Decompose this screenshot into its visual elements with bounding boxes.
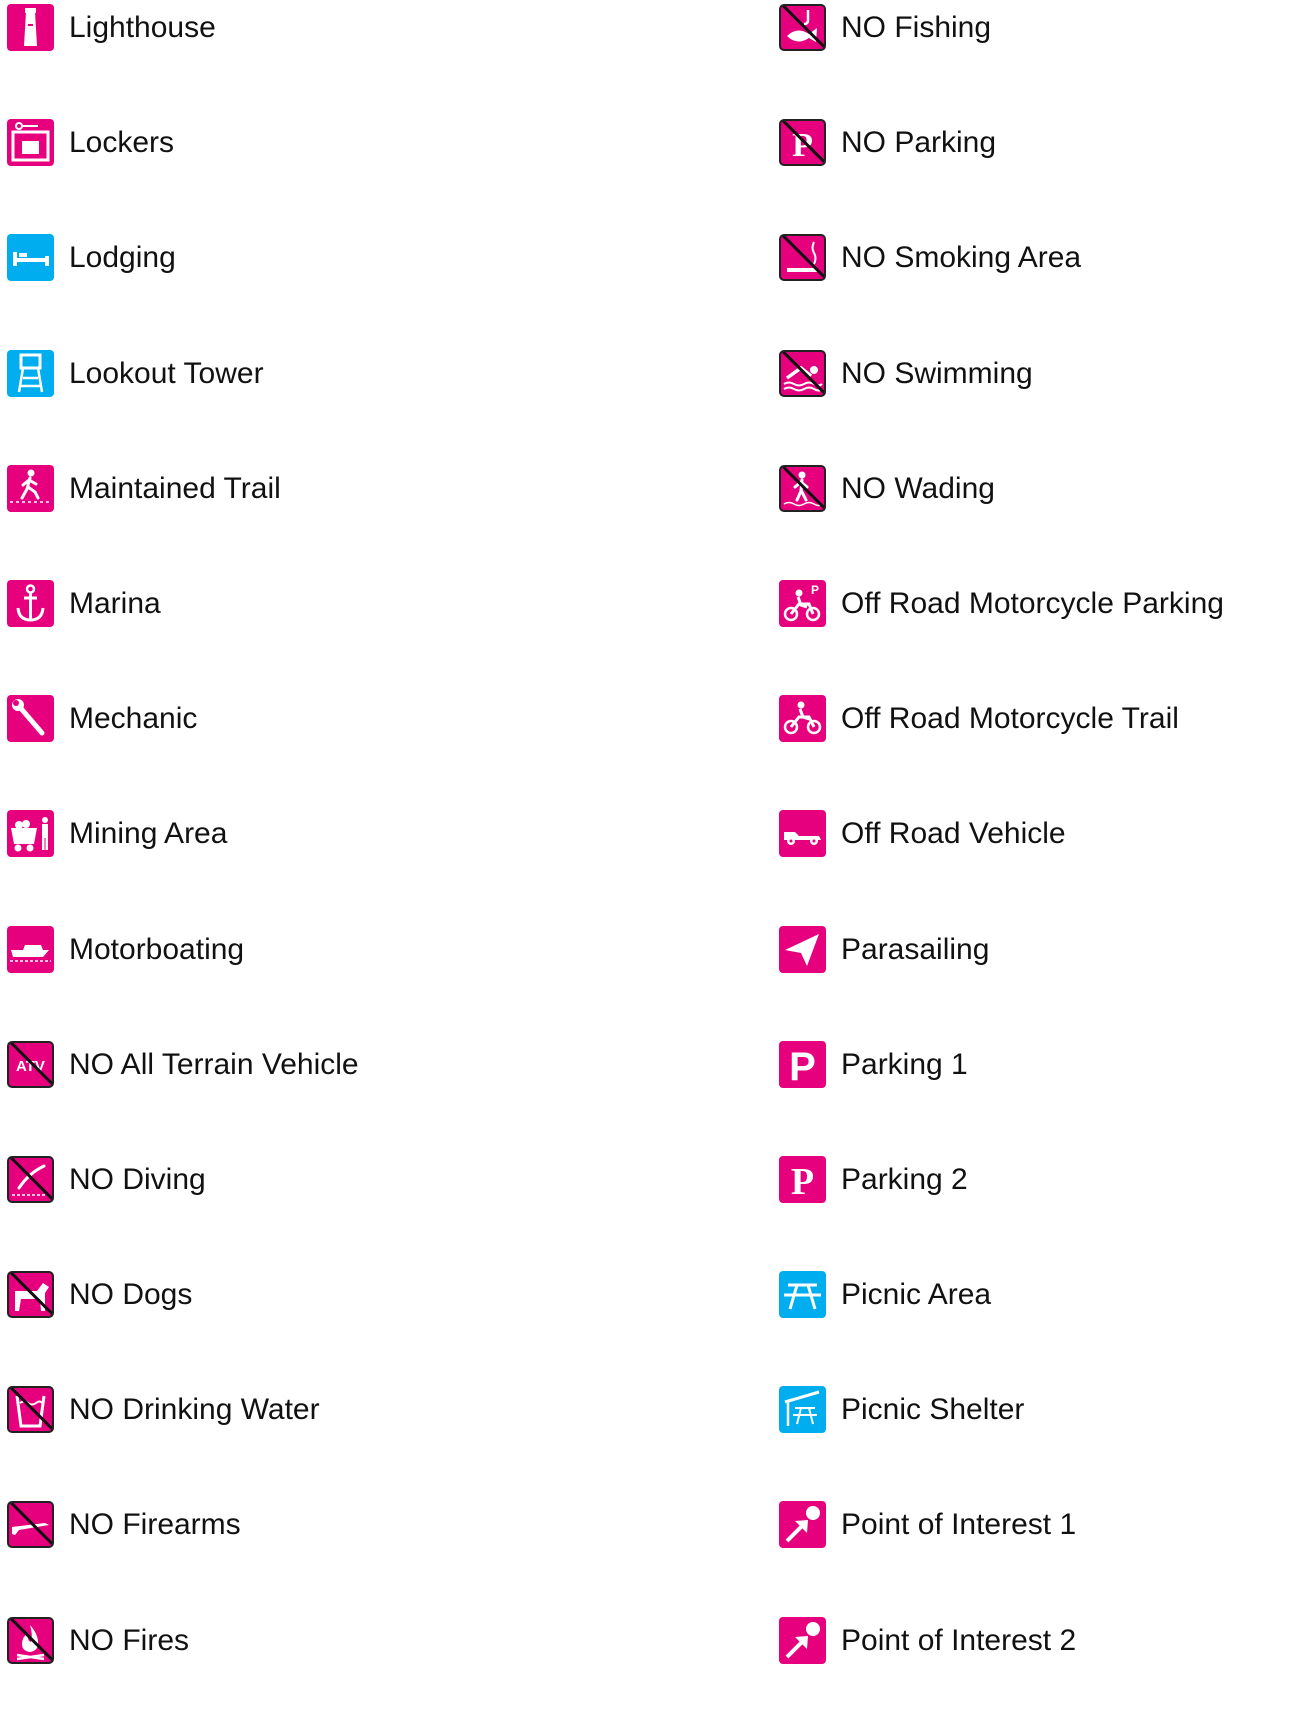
legend-item-picnic-shelter: Picnic Shelter xyxy=(779,1386,1300,1434)
atv-icon: ATV xyxy=(7,1040,54,1088)
svg-text:P: P xyxy=(811,583,819,597)
legend-item-no-firearms: NO Firearms xyxy=(7,1501,647,1549)
legend-label: Point of Interest 1 xyxy=(841,1508,1077,1542)
legend-label: Point of Interest 2 xyxy=(841,1623,1077,1657)
legend-item-no-fishing: NO Fishing xyxy=(779,4,1300,51)
legend-label: Picnic Area xyxy=(841,1278,992,1312)
svg-text:ATV: ATV xyxy=(16,1058,45,1075)
swimmer-icon xyxy=(779,349,826,397)
legend-item-maintained-trail: Maintained Trail xyxy=(7,464,647,512)
lookout-tower-icon xyxy=(7,349,54,397)
legend-item-parking-2: P Parking 2 xyxy=(779,1155,1300,1203)
legend-label: Maintained Trail xyxy=(69,471,281,505)
cup-icon xyxy=(7,1386,54,1434)
mine-cart-icon xyxy=(7,810,54,858)
legend-label: Mechanic xyxy=(69,702,198,736)
point-of-interest-icon xyxy=(779,1501,826,1549)
parking-p-serif-icon: P xyxy=(779,1155,826,1203)
legend-label: Lighthouse xyxy=(69,11,216,44)
legend-label: NO Swimming xyxy=(841,356,1033,390)
svg-text:P: P xyxy=(789,1045,816,1088)
picnic-table-icon xyxy=(779,1271,826,1319)
legend-label: Marina xyxy=(69,586,161,620)
legend-label: Lockers xyxy=(69,126,175,160)
legend-item-no-diving: NO Diving xyxy=(7,1155,647,1203)
legend-label: Parking 2 xyxy=(841,1162,968,1196)
wader-icon xyxy=(779,464,826,512)
legend-item-lighthouse: Lighthouse xyxy=(7,4,647,51)
legend-item-point-of-interest-1: Point of Interest 1 xyxy=(779,1501,1300,1549)
legend-item-lookout-tower: Lookout Tower xyxy=(7,349,647,397)
cigarette-icon xyxy=(779,234,826,282)
legend-label: Off Road Motorcycle Parking xyxy=(841,586,1224,620)
legend-label: NO Smoking Area xyxy=(841,241,1082,275)
rifle-icon xyxy=(7,1501,54,1549)
legend-item-no-drinking-water: NO Drinking Water xyxy=(7,1386,647,1434)
legend-label: Parasailing xyxy=(841,932,990,966)
legend-item-motorboating: Motorboating xyxy=(7,925,647,973)
legend-label: Mining Area xyxy=(69,817,228,851)
legend-item-parasailing: Parasailing xyxy=(779,925,1300,973)
legend-label: Off Road Vehicle xyxy=(841,817,1066,851)
motorcycle-icon xyxy=(779,695,826,743)
parasail-icon xyxy=(779,925,826,973)
legend-item-no-fires: NO Fires xyxy=(7,1616,647,1664)
motorboat-icon xyxy=(7,925,54,973)
point-of-interest-icon xyxy=(779,1616,826,1664)
legend-label: NO Parking xyxy=(841,126,997,160)
legend-label: Picnic Shelter xyxy=(841,1393,1025,1427)
wrench-icon xyxy=(7,695,54,743)
legend-item-off-road-motorcycle-trail: Off Road Motorcycle Trail xyxy=(779,695,1300,743)
motorcycle-parking-icon: P xyxy=(779,579,826,627)
legend-item-off-road-motorcycle-parking: P Off Road Motorcycle Parking xyxy=(779,579,1300,627)
legend-label: NO Drinking Water xyxy=(69,1393,320,1427)
legend-label: Off Road Motorcycle Trail xyxy=(841,702,1179,736)
lockers-icon xyxy=(7,119,54,167)
diver-icon xyxy=(7,1155,54,1203)
fire-icon xyxy=(7,1616,54,1664)
legend-label: NO Dogs xyxy=(69,1278,193,1312)
legend-item-marina: Marina xyxy=(7,579,647,627)
parking-p-icon: P xyxy=(779,119,826,167)
legend-column-left: Lighthouse Lockers Lodging Lookout Tower… xyxy=(7,4,647,1732)
legend-label: NO Wading xyxy=(841,471,995,505)
hiker-icon xyxy=(7,464,54,512)
legend-column-right: NO Fishing P NO Parking NO Smoking Area … xyxy=(779,4,1300,1732)
legend-label: Lodging xyxy=(69,241,176,275)
legend-item-mechanic: Mechanic xyxy=(7,695,647,743)
legend-item-no-dogs: NO Dogs xyxy=(7,1271,647,1319)
legend-item-point-of-interest-2: Point of Interest 2 xyxy=(779,1616,1300,1664)
lighthouse-icon xyxy=(7,4,54,51)
legend-label: NO Fishing xyxy=(841,11,992,44)
anchor-icon xyxy=(7,579,54,627)
dog-icon xyxy=(7,1271,54,1319)
legend-item-picnic-area: Picnic Area xyxy=(779,1271,1300,1319)
legend-label: NO All Terrain Vehicle xyxy=(69,1047,359,1081)
legend-item-no-smoking-area: NO Smoking Area xyxy=(779,234,1300,282)
legend-item-lockers: Lockers xyxy=(7,119,647,167)
legend-item-no-atv: ATV NO All Terrain Vehicle xyxy=(7,1040,647,1088)
legend-item-lodging: Lodging xyxy=(7,234,647,282)
legend-label: NO Firearms xyxy=(69,1508,241,1542)
svg-text:P: P xyxy=(792,127,813,164)
lodging-icon xyxy=(7,234,54,282)
legend-item-mining-area: Mining Area xyxy=(7,810,647,858)
legend-item-no-swimming: NO Swimming xyxy=(779,349,1300,397)
legend-label: Lookout Tower xyxy=(69,356,264,390)
fish-icon xyxy=(779,4,826,51)
legend-item-no-parking: P NO Parking xyxy=(779,119,1300,167)
legend-label: NO Fires xyxy=(69,1623,189,1657)
legend-label: Motorboating xyxy=(69,932,245,966)
jeep-icon xyxy=(779,810,826,858)
legend-label: Parking 1 xyxy=(841,1047,968,1081)
legend-item-no-wading: NO Wading xyxy=(779,464,1300,512)
svg-text:P: P xyxy=(791,1161,814,1203)
picnic-shelter-icon xyxy=(779,1386,826,1434)
legend-label: NO Diving xyxy=(69,1162,206,1196)
parking-p-icon: P xyxy=(779,1040,826,1088)
legend-item-parking-1: P Parking 1 xyxy=(779,1040,1300,1088)
legend-item-off-road-vehicle: Off Road Vehicle xyxy=(779,810,1300,858)
